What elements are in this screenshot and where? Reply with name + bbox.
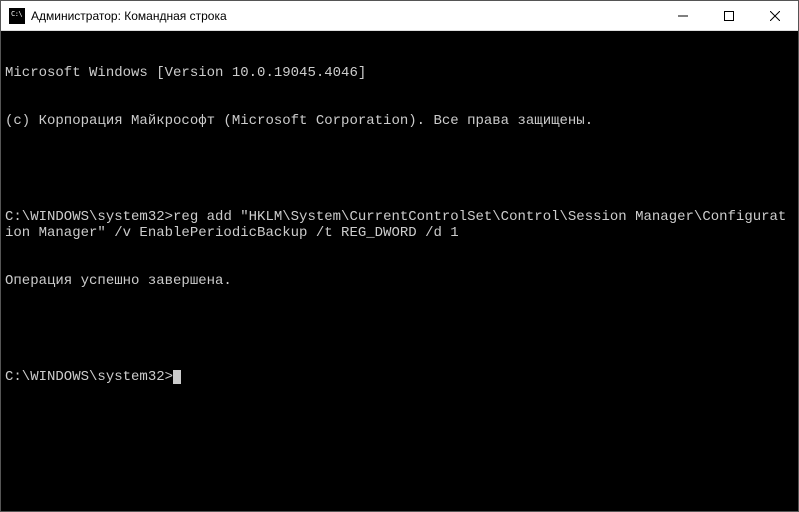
titlebar[interactable]: C:\ Администратор: Командная строка xyxy=(1,1,798,31)
terminal-command-line: C:\WINDOWS\system32>reg add "HKLM\System… xyxy=(5,209,794,241)
terminal-body[interactable]: Microsoft Windows [Version 10.0.19045.40… xyxy=(1,31,798,511)
maximize-icon xyxy=(724,11,734,21)
minimize-icon xyxy=(678,11,688,21)
cmd-icon: C:\ xyxy=(9,8,25,24)
terminal-output: Microsoft Windows [Version 10.0.19045.40… xyxy=(5,65,794,81)
close-button[interactable] xyxy=(752,1,798,30)
terminal-prompt-line: C:\WINDOWS\system32> xyxy=(5,369,794,385)
prompt: C:\WINDOWS\system32> xyxy=(5,369,173,385)
maximize-button[interactable] xyxy=(706,1,752,30)
window-title: Администратор: Командная строка xyxy=(31,9,660,23)
cursor xyxy=(173,370,181,384)
window-controls xyxy=(660,1,798,30)
minimize-button[interactable] xyxy=(660,1,706,30)
terminal-output: (с) Корпорация Майкрософт (Microsoft Cor… xyxy=(5,113,794,129)
prompt: C:\WINDOWS\system32> xyxy=(5,209,173,225)
terminal-blank xyxy=(5,161,794,177)
terminal-output: Операция успешно завершена. xyxy=(5,273,794,289)
cmd-window: C:\ Администратор: Командная строка xyxy=(0,0,799,512)
terminal-blank xyxy=(5,321,794,337)
close-icon xyxy=(770,11,780,21)
